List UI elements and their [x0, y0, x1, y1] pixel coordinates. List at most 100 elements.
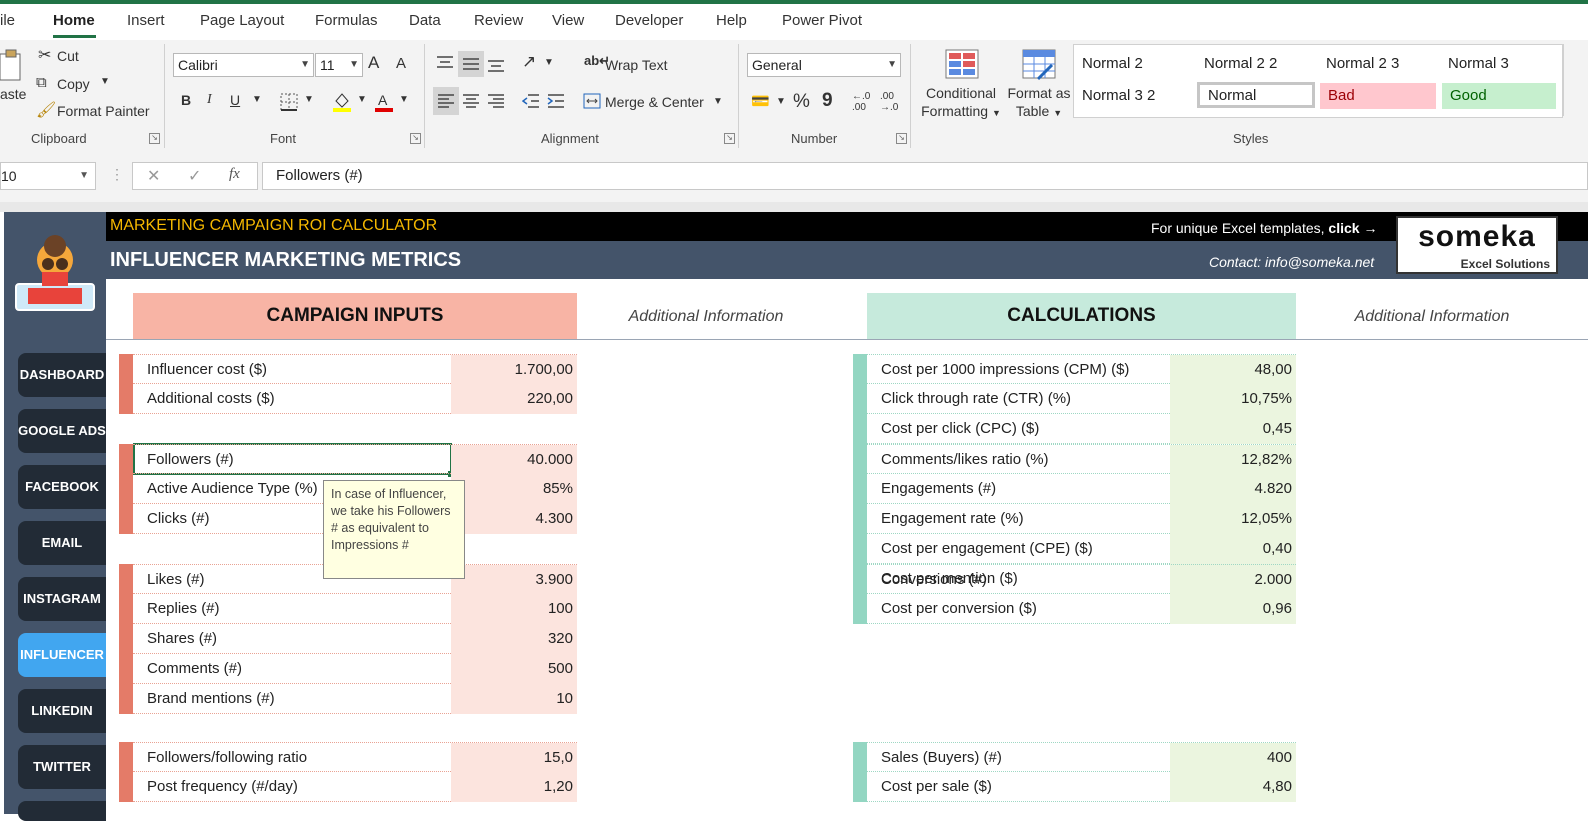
style-bad[interactable]: Bad [1320, 83, 1436, 109]
calc-label[interactable]: Cost per sale ($) [881, 772, 992, 802]
underline-button[interactable]: U [230, 92, 240, 108]
calc-label[interactable]: Cost per conversion ($) [881, 594, 1037, 624]
input-label[interactable]: Shares (#) [147, 624, 217, 654]
merge-center-button[interactable]: Merge & Center [605, 94, 704, 110]
alignment-launcher-icon[interactable]: ↘ [724, 133, 735, 144]
calc-label[interactable]: Engagement rate (%) [881, 504, 1024, 534]
enter-check-icon[interactable]: ✓ [188, 166, 201, 186]
input-value[interactable]: 320 [451, 624, 577, 654]
calc-label[interactable]: Cost per 1000 impressions (CPM) ($) [881, 355, 1129, 385]
chevron-down-icon[interactable]: ▼ [399, 94, 409, 105]
align-center-icon[interactable] [462, 92, 480, 110]
nav-google-ads-button[interactable]: GOOGLE ADS [18, 409, 106, 453]
calc-value[interactable]: 4,80 [1170, 772, 1296, 802]
decrease-indent-icon[interactable] [522, 92, 540, 110]
grow-font-button[interactable]: A [368, 53, 379, 73]
style-good[interactable]: Good [1442, 83, 1556, 109]
calc-value[interactable]: 4.820 [1170, 474, 1296, 504]
menu-power-pivot[interactable]: Power Pivot [782, 12, 862, 29]
font-name-select[interactable]: Calibri ▼ [173, 53, 314, 77]
input-label[interactable]: Post frequency (#/day) [147, 772, 298, 802]
calc-label[interactable]: Engagements (#) [881, 474, 996, 504]
calc-value[interactable]: 10,75% [1170, 384, 1296, 414]
menu-file[interactable]: ile [0, 12, 15, 29]
calc-value[interactable]: 12,05% [1170, 504, 1296, 534]
calc-label[interactable]: Sales (Buyers) (#) [881, 743, 1002, 773]
fill-color-icon[interactable] [332, 91, 352, 113]
input-label[interactable]: Comments (#) [147, 654, 242, 684]
input-value[interactable]: 100 [451, 594, 577, 624]
style-normal-2-3[interactable]: Normal 2 3 [1318, 51, 1436, 77]
chevron-down-icon[interactable]: ▼ [776, 96, 786, 107]
menu-data[interactable]: Data [409, 12, 441, 29]
chevron-down-icon[interactable]: ▼ [252, 94, 262, 105]
align-right-icon[interactable] [487, 92, 505, 110]
style-normal-2[interactable]: Normal 2 [1074, 51, 1192, 77]
calc-value[interactable]: 48,00 [1170, 355, 1296, 385]
calc-value[interactable]: 2.000 [1170, 565, 1296, 595]
style-normal-3-2[interactable]: Normal 3 2 [1074, 83, 1192, 109]
menu-developer[interactable]: Developer [615, 12, 683, 29]
paste-button[interactable]: aste [0, 48, 28, 120]
align-top-icon[interactable] [436, 54, 454, 72]
input-value[interactable]: 10 [451, 684, 577, 714]
input-value[interactable]: 1.700,00 [451, 355, 577, 385]
menu-home[interactable]: Home [53, 12, 95, 29]
calc-label[interactable]: Conversions (#) [881, 565, 987, 595]
menu-page-layout[interactable]: Page Layout [200, 12, 284, 29]
input-value[interactable]: 85% [451, 474, 577, 504]
input-value[interactable]: 500 [451, 654, 577, 684]
input-label[interactable]: Additional costs ($) [147, 384, 275, 414]
input-label[interactable]: Followers/following ratio [147, 743, 307, 773]
bold-button[interactable]: B [181, 92, 191, 108]
input-value[interactable]: 220,00 [451, 384, 577, 414]
nav-instagram-button[interactable]: INSTAGRAM [18, 577, 106, 621]
input-value[interactable]: 3.900 [451, 565, 577, 595]
menu-formulas[interactable]: Formulas [315, 12, 378, 29]
styles-gallery-scroll[interactable] [1563, 44, 1588, 116]
increase-indent-icon[interactable] [547, 92, 565, 110]
copy-dropdown-icon[interactable]: ▼ [100, 76, 110, 87]
calc-value[interactable]: 0,96 [1170, 594, 1296, 624]
input-value[interactable]: 4.300 [451, 504, 577, 534]
calc-value[interactable]: 0,45 [1170, 414, 1296, 444]
menu-insert[interactable]: Insert [127, 12, 165, 29]
decrease-decimal-icon[interactable]: .00 →.0 [880, 91, 898, 113]
nav-facebook-button[interactable]: FACEBOOK [18, 465, 106, 509]
input-label[interactable]: Influencer cost ($) [147, 355, 267, 385]
input-label[interactable]: Likes (#) [147, 565, 205, 595]
increase-decimal-icon[interactable]: ←.0.00 [852, 91, 870, 113]
borders-icon[interactable] [280, 93, 298, 111]
calc-label[interactable]: Cost per click (CPC) ($) [881, 414, 1039, 444]
name-box[interactable]: 10 ▼ [0, 162, 96, 190]
nav-email-button[interactable]: EMAIL [18, 521, 106, 565]
number-launcher-icon[interactable]: ↘ [896, 133, 907, 144]
calc-value[interactable]: 400 [1170, 743, 1296, 773]
calc-value[interactable]: 12,82% [1170, 445, 1296, 475]
format-as-table-button[interactable]: Format as Table ▼ [1004, 84, 1074, 122]
nav-dashboard-button[interactable]: DASHBOARD [18, 353, 106, 397]
input-value[interactable]: 15,0 [451, 743, 577, 773]
input-label[interactable]: Active Audience Type (%) [147, 474, 318, 504]
calc-value[interactable]: 0,40 [1170, 534, 1296, 564]
menu-view[interactable]: View [552, 12, 584, 29]
orientation-icon[interactable]: ↗ [522, 53, 536, 71]
input-label[interactable]: Clicks (#) [147, 504, 210, 534]
insert-function-icon[interactable]: fx [229, 166, 240, 183]
input-label[interactable]: Replies (#) [147, 594, 220, 624]
someka-logo[interactable]: someka Excel Solutions [1396, 216, 1558, 274]
conditional-formatting-button[interactable]: Conditional Formatting ▼ [918, 84, 1004, 122]
menu-help[interactable]: Help [716, 12, 747, 29]
calc-label[interactable]: Cost per engagement (CPE) ($) [881, 534, 1093, 564]
wrap-text-button[interactable]: Wrap Text [605, 57, 668, 73]
comma-style-button[interactable]: 9 [822, 90, 833, 112]
formula-input[interactable]: Followers (#) [262, 162, 1588, 190]
font-color-icon[interactable]: A [374, 91, 394, 113]
shrink-font-button[interactable]: A [396, 55, 406, 72]
style-normal-2-2[interactable]: Normal 2 2 [1196, 51, 1314, 77]
number-format-select[interactable]: General ▼ [747, 53, 901, 77]
cut-button[interactable]: Cut [57, 48, 79, 64]
menu-review[interactable]: Review [474, 12, 523, 29]
font-launcher-icon[interactable]: ↘ [410, 133, 421, 144]
cancel-icon[interactable]: ✕ [147, 166, 160, 186]
